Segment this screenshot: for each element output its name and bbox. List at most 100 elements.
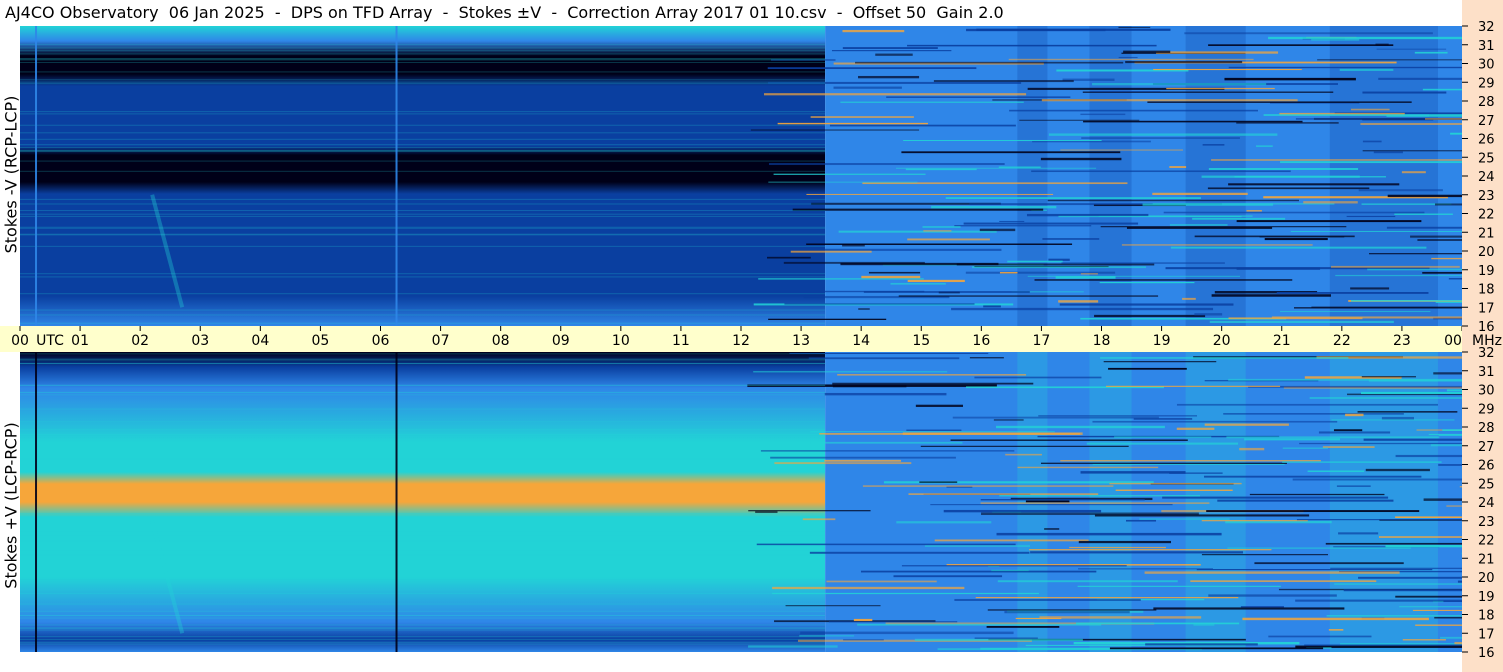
heatmap-band-line (20, 83, 826, 85)
heatmap-rfi-line (1423, 498, 1462, 501)
heatmap-rfi-line (1126, 226, 1273, 229)
heatmap-rfi-line (1330, 567, 1462, 569)
heatmap-rfi-line (914, 638, 1083, 642)
heatmap-rfi-line (905, 168, 977, 171)
heatmap-rfi-line (1236, 220, 1422, 223)
mhz-tick-label: 25 (1478, 477, 1495, 492)
heatmap-band-line (20, 592, 826, 594)
heatmap-rfi-line (1121, 244, 1313, 246)
mhz-tick-label: 16 (1478, 646, 1495, 661)
heatmap-rfi-line (1402, 639, 1446, 641)
heatmap-rfi-line (1425, 118, 1462, 120)
heatmap-rfi-line (969, 357, 1004, 359)
utc-tick-label: 06 (372, 333, 390, 349)
heatmap-rfi-line (1170, 246, 1427, 249)
heatmap-rfi-line (1259, 236, 1345, 238)
heatmap-rfi-line (1434, 203, 1462, 206)
heatmap-rfi-line (1307, 470, 1365, 473)
heatmap-rfi-line (890, 282, 946, 285)
mhz-tick-labels: MHz3231302928272625242322212019181716323… (1462, 20, 1502, 661)
heatmap-rfi-line (1280, 161, 1462, 164)
heatmap-rfi-line (996, 425, 1165, 429)
heatmap-rfi-line (1078, 540, 1171, 544)
heatmap-rfi-line (1438, 464, 1462, 466)
heatmap-rfi-line (1346, 215, 1396, 218)
heatmap-rfi-line (1254, 562, 1404, 565)
heatmap-rfi-line (1395, 516, 1462, 518)
heatmap-rfi-line (1156, 51, 1279, 54)
heatmap-rfi-line (906, 429, 962, 431)
heatmap-band-line (20, 149, 826, 151)
heatmap-rfi-line (753, 371, 948, 373)
heatmap-rfi-line (1395, 595, 1462, 598)
heatmap-rfi-line (1108, 367, 1187, 370)
heatmap-rfi-line (837, 374, 1027, 376)
heatmap-rfi-line (1264, 238, 1328, 241)
heatmap-rfi-line (893, 575, 1003, 578)
heatmap-rfi-line (1040, 462, 1287, 464)
mhz-tick-label: 21 (1478, 552, 1495, 567)
heatmap-band-line (20, 79, 826, 81)
heatmap-rfi-line (809, 551, 1030, 554)
heatmap-rfi-line (1190, 580, 1377, 583)
heatmap-event-line (35, 352, 38, 652)
heatmap-rfi-line (963, 222, 1139, 225)
heatmap-rfi-line (862, 485, 1114, 487)
utc-tick-label: 09 (552, 333, 570, 349)
heatmap-rfi-line (886, 96, 1071, 98)
mhz-tick-label: 32 (1478, 346, 1495, 361)
heatmap-rfi-line (790, 250, 872, 253)
heatmap-rfi-line (1385, 545, 1462, 548)
heatmap-rfi-line (923, 230, 952, 232)
utc-tick-label: 20 (1213, 333, 1231, 349)
heatmap-rfi-line (1236, 122, 1339, 124)
utc-tick-label: 05 (312, 333, 330, 349)
heatmap-rfi-line (1228, 66, 1462, 69)
mhz-tick-label: 29 (1478, 402, 1495, 417)
utc-tick-label: 15 (912, 333, 930, 349)
heatmap-rfi-line (1360, 122, 1462, 126)
heatmap-rfi-line (1133, 417, 1193, 420)
heatmap-rfi-line (1226, 436, 1440, 439)
heatmap-rfi-line (1415, 624, 1462, 626)
heatmap-rfi-line (1440, 636, 1462, 639)
heatmap-band-line (20, 160, 826, 162)
stokes-minus-v-spectrogram (20, 26, 1462, 326)
heatmap-rfi-line (983, 305, 1001, 308)
mhz-tick-label: 23 (1478, 515, 1495, 530)
heatmap-rfi-line (855, 61, 1124, 64)
heatmap-band-line (20, 234, 826, 236)
mhz-tick-label: 24 (1478, 496, 1495, 511)
utc-tick-label: 18 (1093, 333, 1111, 349)
heatmap-rfi-line (1153, 68, 1302, 71)
heatmap-rfi-line (1059, 303, 1234, 306)
heatmap-rfi-line (1339, 68, 1394, 71)
heatmap-rfi-line (1442, 429, 1462, 432)
heatmap-rfi-line (975, 597, 1239, 599)
heatmap-band-line (20, 428, 826, 430)
heatmap-rfi-line (773, 173, 926, 175)
heatmap-rfi-line (824, 459, 902, 462)
heatmap-band-line (20, 132, 826, 134)
heatmap-rfi-line (1009, 109, 1258, 112)
mhz-tick-label: 30 (1478, 384, 1495, 399)
heatmap-rfi-line (1047, 199, 1299, 202)
heatmap-rfi-line (1099, 282, 1195, 284)
heatmap-rfi-line (1204, 423, 1289, 426)
heatmap-band-line (20, 535, 826, 537)
heatmap-rfi-line (1446, 389, 1462, 392)
heatmap-rfi-line (1061, 262, 1225, 264)
heatmap-rfi-line (1048, 258, 1070, 261)
heatmap-band-line (20, 394, 826, 396)
heatmap-rfi-line (1114, 436, 1212, 438)
heatmap-rfi-line (1299, 442, 1462, 445)
heatmap-band-line (20, 144, 826, 146)
heatmap-rfi-line (999, 272, 1018, 274)
heatmap-rfi-line (1362, 140, 1382, 143)
heatmap-rfi-line (1399, 605, 1462, 608)
heatmap-rfi-line (1378, 77, 1462, 80)
heatmap-rfi-line (922, 226, 961, 228)
mhz-tick-label: 28 (1478, 421, 1495, 436)
heatmap-band-line (20, 62, 826, 64)
heatmap-band-line (20, 554, 826, 556)
